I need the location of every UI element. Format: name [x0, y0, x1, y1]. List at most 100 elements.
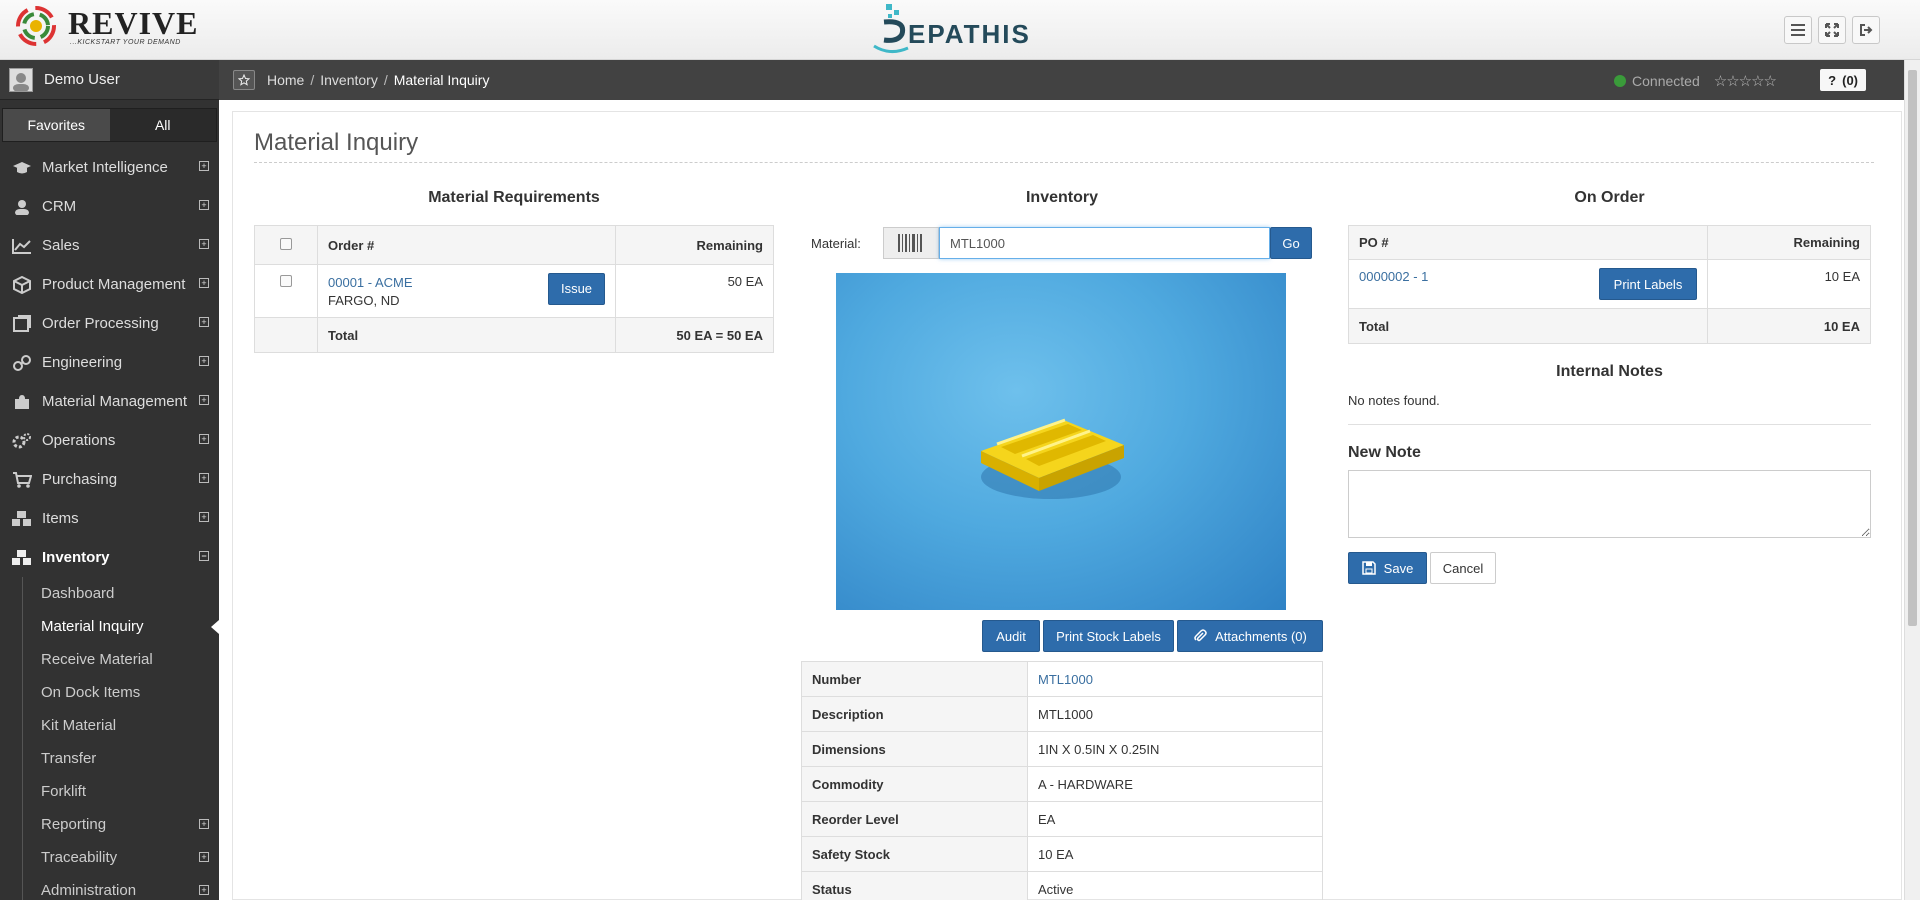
row-checkbox[interactable] [280, 275, 292, 287]
logout-button[interactable] [1852, 16, 1880, 44]
expand-icon[interactable]: + [199, 239, 209, 249]
favorite-button[interactable] [233, 70, 255, 90]
user-name: Demo User [44, 71, 120, 88]
cancel-button[interactable]: Cancel [1430, 552, 1496, 584]
print-labels-button[interactable]: Print Labels [1599, 268, 1697, 300]
expand-icon [1825, 23, 1839, 37]
audit-button[interactable]: Audit [982, 620, 1040, 652]
revive-logo-mark-icon [14, 4, 58, 48]
expand-icon[interactable]: + [199, 278, 209, 288]
expand-icon[interactable]: + [199, 161, 209, 171]
expand-icon[interactable]: + [199, 885, 209, 895]
internal-notes-title: Internal Notes [1556, 363, 1663, 380]
top-header: REVIVE ...KICKSTART YOUR DEMAND EPATHIS [0, 0, 1920, 60]
issue-button[interactable]: Issue [548, 273, 605, 305]
sidebar-subitem-kit-material[interactable]: Kit Material [23, 709, 219, 742]
cart-icon [10, 470, 34, 490]
detail-value: A - HARDWARE [1027, 766, 1323, 802]
user-profile[interactable]: Demo User [0, 60, 219, 100]
sidebar-item-inventory[interactable]: Inventory − [0, 538, 219, 577]
breadcrumb-separator: / [310, 72, 315, 88]
barcode-scan-button[interactable] [883, 227, 939, 259]
sidebar-subitem-transfer[interactable]: Transfer [23, 742, 219, 775]
collapse-icon[interactable]: − [199, 551, 209, 561]
scroll-thumb[interactable] [1908, 70, 1917, 626]
sidebar-subitem-forklift[interactable]: Forklift [23, 775, 219, 808]
sidebar-subitem-dashboard[interactable]: Dashboard [23, 577, 219, 610]
puzzle-icon [10, 392, 34, 412]
table-row: Safety Stock 10 EA [801, 836, 1323, 872]
tab-favorites[interactable]: Favorites [3, 109, 110, 141]
new-note-textarea[interactable] [1348, 470, 1871, 538]
table-row: 0000002 - 1 Print Labels 10 EA [1348, 259, 1871, 309]
material-number-link[interactable]: MTL1000 [1027, 661, 1323, 697]
help-button[interactable]: ? (0) [1820, 69, 1866, 91]
save-button[interactable]: Save [1348, 552, 1427, 584]
graduation-cap-icon [10, 158, 34, 178]
breadcrumb: Home / Inventory / Material Inquiry [267, 72, 489, 88]
sidebar-item-material-management[interactable]: Material Management + [0, 382, 219, 421]
attachments-button[interactable]: Attachments (0) [1177, 620, 1323, 652]
expand-icon[interactable]: + [199, 200, 209, 210]
sidebar-item-order-processing[interactable]: Order Processing + [0, 304, 219, 343]
expand-icon[interactable]: + [199, 356, 209, 366]
connection-label: Connected [1632, 73, 1700, 89]
column-header[interactable]: Order # [317, 225, 616, 265]
title-divider [254, 162, 1874, 163]
material-details-table: Number MTL1000 Description MTL1000 Dimen… [801, 661, 1323, 900]
sidebar-subitem-receive-material[interactable]: Receive Material [23, 643, 219, 676]
go-button[interactable]: Go [1270, 227, 1312, 259]
column-header[interactable]: Remaining [615, 225, 774, 265]
sidebar-item-items[interactable]: Items + [0, 499, 219, 538]
sidebar-subitem-material-inquiry[interactable]: Material Inquiry [23, 610, 219, 643]
sidebar-item-engineering[interactable]: Engineering + [0, 343, 219, 382]
po-link[interactable]: 0000002 - 1 [1359, 269, 1428, 284]
cubes-icon [10, 548, 34, 568]
expand-icon[interactable]: + [199, 473, 209, 483]
expand-icon[interactable]: + [199, 512, 209, 522]
sidebar-item-purchasing[interactable]: Purchasing + [0, 460, 219, 499]
breadcrumb-inventory[interactable]: Inventory [320, 72, 378, 88]
tab-all[interactable]: All [109, 109, 216, 141]
sidebar-item-label: Purchasing [42, 471, 118, 488]
revive-logo: REVIVE ...KICKSTART YOUR DEMAND [14, 4, 198, 48]
rating-stars[interactable]: ☆☆☆☆☆ [1714, 72, 1777, 90]
material-requirements-section: Material Requirements Order # Remaining … [254, 189, 774, 353]
floppy-disk-icon [1361, 561, 1376, 575]
column-header[interactable]: PO # [1348, 225, 1708, 260]
sidebar-subitem-traceability[interactable]: Traceability + [23, 841, 219, 874]
print-stock-labels-button[interactable]: Print Stock Labels [1043, 620, 1174, 652]
sidebar-subitem-administration[interactable]: Administration + [23, 874, 219, 900]
scrollbar[interactable] [1904, 60, 1920, 900]
column-header[interactable]: Remaining [1707, 225, 1871, 260]
expand-icon[interactable]: + [199, 852, 209, 862]
connection-status: Connected ☆☆☆☆☆ [1614, 72, 1777, 90]
sidebar-item-label: Inventory [42, 549, 110, 566]
sidebar-item-label: Engineering [42, 354, 123, 371]
expand-icon[interactable]: + [199, 317, 209, 327]
detail-value: MTL1000 [1027, 696, 1323, 732]
breadcrumb-home[interactable]: Home [267, 72, 304, 88]
on-order-table: PO # Remaining 0000002 - 1 Print Labels … [1348, 225, 1871, 344]
sidebar-item-operations[interactable]: Operations + [0, 421, 219, 460]
sidebar-item-product-management[interactable]: Product Management + [0, 265, 219, 304]
status-dot-icon [1614, 75, 1627, 87]
select-all-checkbox[interactable] [280, 237, 292, 250]
detail-key: Number [801, 661, 1028, 697]
material-input[interactable] [939, 227, 1270, 259]
section-title: Material Requirements [428, 189, 600, 206]
sidebar-subitem-reporting[interactable]: Reporting + [23, 808, 219, 841]
expand-icon[interactable]: + [199, 395, 209, 405]
sidebar-item-crm[interactable]: CRM + [0, 187, 219, 226]
hamburger-icon [1791, 24, 1805, 36]
menu-button[interactable] [1784, 16, 1812, 44]
sidebar-item-market-intelligence[interactable]: Market Intelligence + [0, 148, 219, 187]
attachments-label: Attachments (0) [1215, 628, 1307, 644]
expand-icon[interactable]: + [199, 434, 209, 444]
fullscreen-button[interactable] [1818, 16, 1846, 44]
expand-icon[interactable]: + [199, 819, 209, 829]
table-row: Status Active [801, 871, 1323, 900]
detail-key: Reorder Level [801, 801, 1028, 837]
sidebar-subitem-on-dock-items[interactable]: On Dock Items [23, 676, 219, 709]
sidebar-item-sales[interactable]: Sales + [0, 226, 219, 265]
